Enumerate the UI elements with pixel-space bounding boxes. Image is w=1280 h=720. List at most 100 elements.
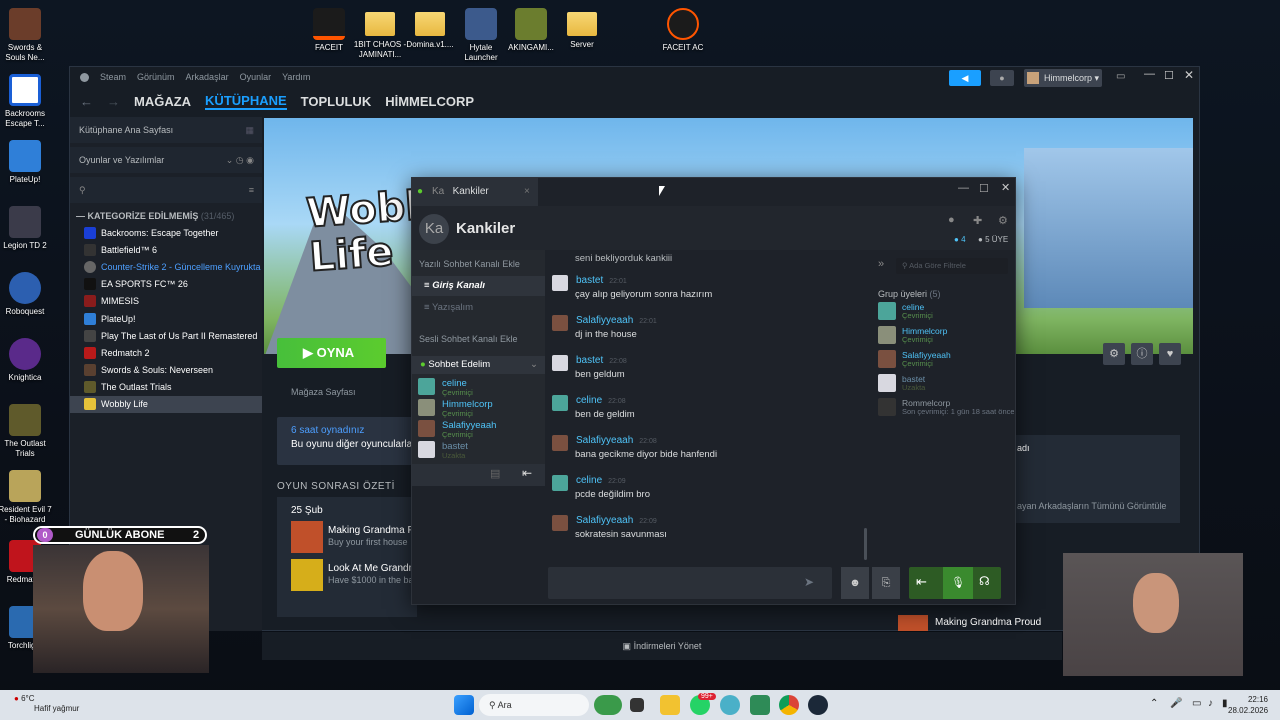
cloud-icon[interactable]: [594, 695, 622, 715]
game-item[interactable]: Counter-Strike 2 - Güncelleme Kuyrukta: [70, 258, 262, 275]
steam-icon[interactable]: [808, 695, 828, 715]
big-picture-icon[interactable]: ▭: [1116, 71, 1125, 82]
chat-tab[interactable]: ● Ka Kankiler ×: [412, 178, 538, 206]
desktop-icon-knightica[interactable]: Knightica: [0, 338, 53, 383]
leave-voice-icon[interactable]: ⇤: [916, 574, 927, 590]
forward-icon[interactable]: →: [107, 94, 120, 109]
menu-steam[interactable]: Steam: [100, 72, 126, 82]
game-item[interactable]: EA SPORTS FC™ 26: [70, 276, 262, 293]
desktop-icon-faceit-ac[interactable]: FACEIT AC: [655, 8, 711, 53]
desktop-icon-re7[interactable]: Resident Evil 7 - Biohazard: [0, 470, 53, 525]
desktop-icon-legion-td[interactable]: Legion TD 2: [0, 206, 53, 251]
close-icon[interactable]: ✕: [1184, 68, 1194, 82]
nav-community[interactable]: TOPLULUK: [301, 94, 372, 109]
library-filter[interactable]: Oyunlar ve Yazılımlar ⌄ ◷ ◉: [70, 147, 262, 173]
chat-close-icon[interactable]: ✕: [1001, 181, 1010, 194]
mic-icon[interactable]: 🎤: [1170, 698, 1182, 709]
notification-button[interactable]: ●: [990, 70, 1014, 86]
volume-icon[interactable]: ♪: [1208, 698, 1213, 709]
app-icon[interactable]: [720, 695, 740, 715]
library-home[interactable]: Kütüphane Ana Sayfası ▦: [70, 117, 262, 143]
tray-chevron-icon[interactable]: ⌃: [1150, 698, 1158, 709]
desktop-icon-outlast[interactable]: The Outlast Trials: [0, 404, 53, 459]
desktop-icon-plateup[interactable]: PlateUp!: [0, 140, 53, 185]
group-member[interactable]: Rommelcorp Son çevrimiçi: 1 gün 18 saat ö…: [878, 398, 1014, 418]
headset-icon[interactable]: ☊: [979, 574, 990, 588]
game-item[interactable]: PlateUp!: [70, 310, 262, 327]
filter-icon[interactable]: ≡: [249, 185, 254, 195]
settings-icon[interactable]: ⚙: [998, 214, 1008, 227]
windows-start-icon[interactable]: [454, 695, 474, 715]
chat-minimize-icon[interactable]: —: [958, 182, 969, 194]
app-icon[interactable]: [750, 695, 770, 715]
play-button[interactable]: ▶ OYNA: [277, 338, 386, 368]
first-line: seni bekliyorduk kankiii: [575, 253, 673, 264]
game-item[interactable]: The Outlast Trials: [70, 379, 262, 396]
emoji-button[interactable]: ☻: [841, 567, 869, 599]
voice-channel[interactable]: ● Sohbet Edelim ⌄: [412, 356, 545, 374]
network-icon[interactable]: ▭: [1192, 698, 1201, 709]
desktop-icon-swords-souls[interactable]: Swords & Souls Ne...: [0, 8, 53, 63]
heart-icon[interactable]: ♥: [1159, 343, 1181, 365]
back-icon[interactable]: ←: [80, 94, 93, 109]
desktop-icon-backrooms[interactable]: Backrooms Escape T...: [0, 74, 53, 129]
desktop-icon-roboquest[interactable]: Roboquest: [0, 272, 53, 317]
game-item[interactable]: Swords & Souls: Neverseen: [70, 362, 262, 379]
channel-yazisalim[interactable]: ≡ Yazışalım: [424, 302, 473, 313]
collapse-members-icon[interactable]: »: [878, 258, 884, 270]
close-tab-icon[interactable]: ×: [524, 178, 530, 206]
minimize-icon[interactable]: —: [1144, 68, 1155, 80]
desktop-icon-1bit[interactable]: 1BIT CHAOS - JAMINATI...: [352, 8, 408, 60]
nav-library[interactable]: KÜTÜPHANE: [205, 93, 287, 110]
menu-view[interactable]: Görünüm: [137, 72, 175, 82]
add-text-channel[interactable]: Yazılı Sohbet Kanalı Ekle: [419, 259, 520, 269]
file-explorer-icon[interactable]: [660, 695, 680, 715]
game-item-selected[interactable]: Wobbly Life: [70, 395, 262, 414]
grid-icon[interactable]: ▦: [245, 125, 254, 136]
library-search[interactable]: ⚲ ≡: [70, 177, 262, 203]
game-item[interactable]: Play The Last of Us Part II Remastered: [70, 327, 262, 344]
nav-store[interactable]: MAĞAZA: [134, 94, 191, 109]
channel-giris[interactable]: ≡ Giriş Kanalı: [412, 276, 545, 296]
channel-settings-icon[interactable]: ▤: [490, 467, 500, 480]
chrome-icon[interactable]: [779, 695, 799, 715]
chat-scrollbar[interactable]: [864, 528, 867, 560]
view-all-friends-link[interactable]: ayan Arkadaşların Tümünü Görüntüle: [1017, 501, 1166, 511]
desktop-icon-akingami[interactable]: AKINGAMI...: [503, 8, 559, 53]
attach-button[interactable]: ⎘: [872, 567, 900, 599]
chat-input[interactable]: [548, 567, 832, 599]
microphone-icon[interactable]: 🎙: [943, 567, 973, 599]
store-page-link[interactable]: Mağaza Sayfası: [291, 387, 356, 397]
task-view-icon[interactable]: [630, 698, 644, 712]
chat-maximize-icon[interactable]: ☐: [979, 182, 989, 195]
nav-profile[interactable]: HİMMELCORP: [385, 94, 474, 109]
category-header[interactable]: — KATEGORİZE EDİLMEMİŞ (31/465): [70, 203, 262, 224]
leave-voice-icon[interactable]: ⇤: [522, 466, 532, 480]
downloads-bar[interactable]: ▣ İndirmeleri Yönet: [262, 632, 1062, 660]
add-voice-channel[interactable]: Sesli Sohbet Kanalı Ekle: [419, 334, 518, 344]
info-icon[interactable]: ⓘ: [1131, 343, 1153, 365]
desktop-icon-server[interactable]: Server: [554, 8, 610, 50]
bell-icon[interactable]: ●: [948, 214, 955, 226]
announcement-button[interactable]: ◀: [949, 70, 981, 86]
invite-icon[interactable]: ✚: [973, 214, 982, 227]
send-button[interactable]: ➤: [804, 575, 814, 589]
weather-widget[interactable]: ● 6°C Hafif yağmur: [14, 694, 79, 714]
menu-friends[interactable]: Arkadaşlar: [186, 72, 229, 82]
settings-icon[interactable]: ⚙: [1103, 343, 1125, 365]
menu-games[interactable]: Oyunlar: [240, 72, 272, 82]
battery-icon[interactable]: ▮: [1222, 698, 1228, 709]
desktop-icon-hytale[interactable]: Hytale Launcher: [453, 8, 509, 63]
menu-help[interactable]: Yardım: [282, 72, 310, 82]
taskbar-search[interactable]: ⚲ Ara: [479, 694, 589, 716]
clock[interactable]: 22:16 28.02.2026: [1228, 694, 1268, 716]
game-item[interactable]: Backrooms: Escape Together: [70, 224, 262, 241]
maximize-icon[interactable]: ☐: [1164, 69, 1174, 82]
desktop-icon-faceit[interactable]: FACEIT: [301, 8, 357, 53]
game-item[interactable]: MIMESIS: [70, 293, 262, 310]
desktop-icon-domina[interactable]: Domina.v1....: [402, 8, 458, 50]
game-item[interactable]: Redmatch 2: [70, 344, 262, 361]
user-menu[interactable]: Himmelcorp ▾: [1024, 69, 1102, 87]
member-search[interactable]: ⚲ Ada Göre Filtrele: [896, 258, 1008, 274]
game-item[interactable]: Battlefield™ 6: [70, 241, 262, 258]
